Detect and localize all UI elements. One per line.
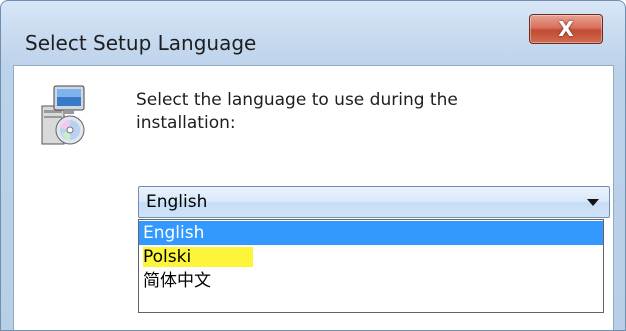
option-label: Polski <box>143 247 254 267</box>
option-label: 简体中文 <box>143 271 211 291</box>
close-icon: X <box>558 17 574 41</box>
close-button[interactable]: X <box>529 14 603 44</box>
language-select-value: English <box>146 192 208 212</box>
setup-language-dialog: Select Setup Language X Select the langu… <box>0 0 626 331</box>
language-option-english[interactable]: English <box>139 221 603 245</box>
option-label: English <box>143 223 205 243</box>
chevron-down-icon[interactable] <box>587 199 599 206</box>
window-title: Select Setup Language <box>25 31 257 55</box>
instruction-text: Select the language to use during the in… <box>136 90 458 133</box>
setup-computer-disc-icon <box>41 85 85 145</box>
dialog-content: Select the language to use during the in… <box>13 65 614 330</box>
language-dropdown-list: English Polski 简体中文 <box>138 219 604 313</box>
language-select[interactable]: English <box>138 186 610 218</box>
language-option-chinese[interactable]: 简体中文 <box>139 269 603 293</box>
title-bar[interactable]: Select Setup Language X <box>1 1 625 55</box>
language-option-polski[interactable]: Polski <box>139 245 603 269</box>
